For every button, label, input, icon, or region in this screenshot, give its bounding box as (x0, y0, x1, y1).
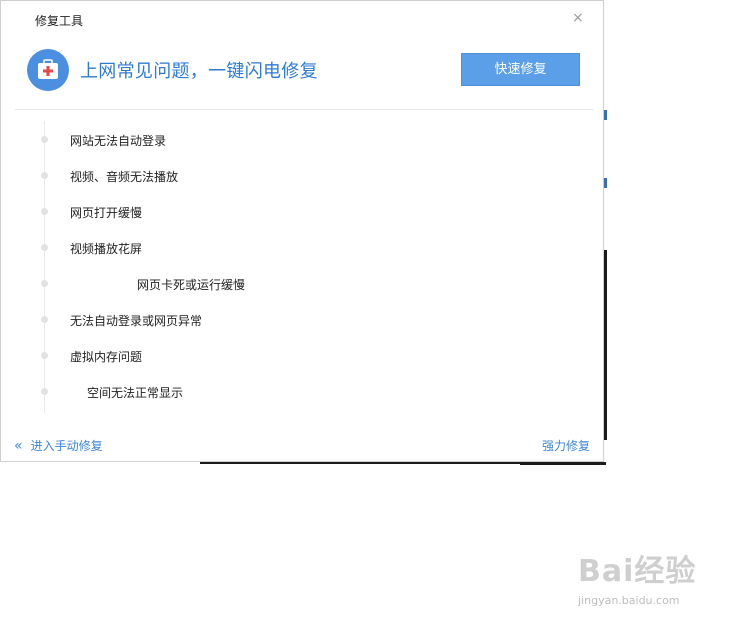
background-strip (604, 110, 607, 120)
background-strip (604, 178, 607, 188)
issue-item: 视频、音频无法播放 (70, 170, 179, 184)
timeline-dot (41, 244, 48, 251)
timeline-dot (41, 316, 48, 323)
watermark-url: jingyan.baidu.com (578, 594, 680, 607)
manual-repair-link[interactable]: « 进入手动修复 (14, 437, 103, 454)
background-strip (520, 462, 606, 465)
header-divider (15, 109, 593, 110)
timeline-line (44, 121, 45, 413)
issue-item: 网页卡死或运行缓慢 (137, 278, 246, 292)
issue-item: 无法自动登录或网页异常 (70, 314, 203, 328)
issue-item: 网页打开缓慢 (70, 206, 143, 220)
timeline-dot (41, 172, 48, 179)
background-strip (604, 250, 607, 440)
issue-item: 虚拟内存问题 (70, 350, 143, 364)
watermark-brand: Bai经验 (578, 554, 697, 589)
timeline-dot (41, 352, 48, 359)
background-strip (200, 462, 530, 464)
repair-tool-dialog: 修复工具 × 上网常见问题，一键闪电修复 快速修复 网站无法自动登录 视频、音频… (0, 0, 604, 462)
close-icon[interactable]: × (572, 11, 584, 25)
timeline-dot (41, 136, 48, 143)
baidu-jingyan-watermark: Bai经验 jingyan.baidu.com (578, 554, 697, 608)
quick-fix-button[interactable]: 快速修复 (461, 53, 580, 86)
manual-repair-label: 进入手动修复 (30, 439, 103, 453)
issue-item: 网站无法自动登录 (70, 134, 167, 148)
issue-item: 空间无法正常显示 (87, 386, 184, 400)
timeline-dot (41, 388, 48, 395)
timeline-dot (41, 280, 48, 287)
headline: 上网常见问题，一键闪电修复 (80, 61, 318, 82)
first-aid-kit-icon (27, 49, 69, 91)
issue-item: 视频播放花屏 (70, 242, 143, 256)
timeline-dot (41, 208, 48, 215)
dialog-title: 修复工具 (35, 14, 84, 28)
double-chevron-left-icon: « (14, 438, 23, 454)
strong-repair-link[interactable]: 强力修复 (542, 437, 590, 454)
